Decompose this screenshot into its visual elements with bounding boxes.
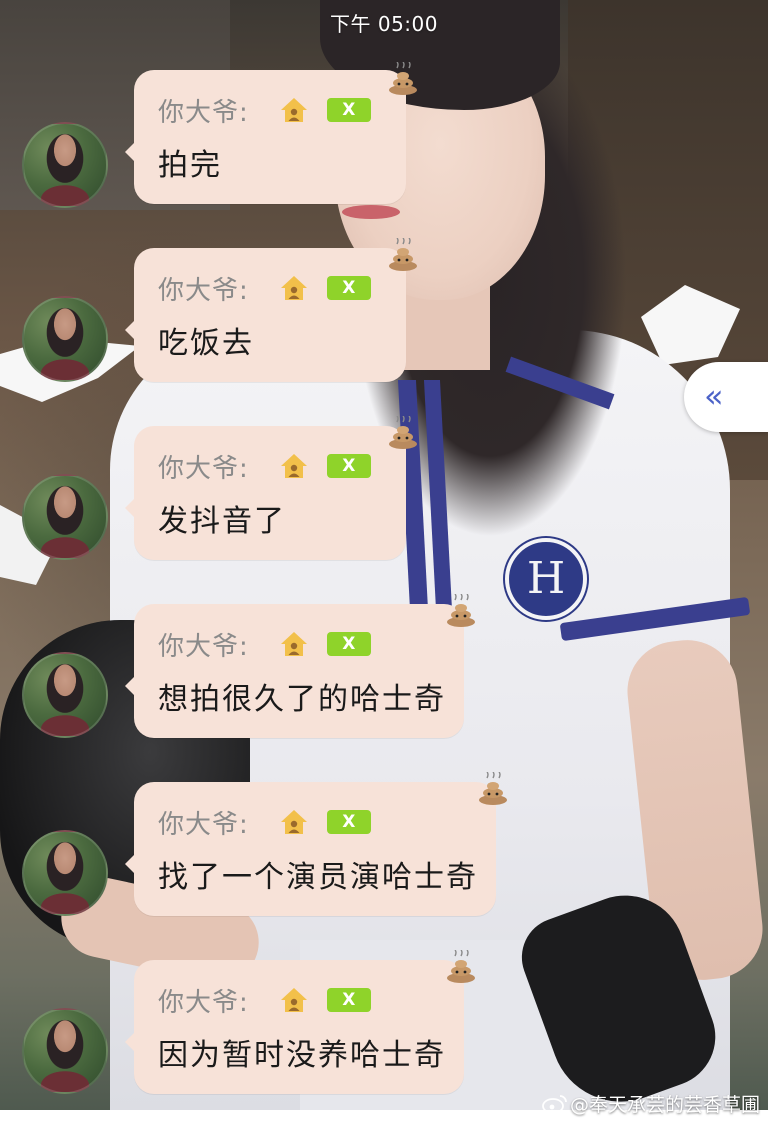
x-badge: X bbox=[326, 276, 371, 300]
sender-name: 你大爷: bbox=[158, 97, 249, 128]
message-text: 拍完 bbox=[158, 148, 222, 183]
poop-icon bbox=[389, 62, 417, 95]
message-bubble[interactable]: 你大爷: X 发抖音了 bbox=[125, 426, 406, 560]
message-text: 找了一个演员演哈士奇 bbox=[158, 860, 478, 895]
sender-avatar[interactable] bbox=[22, 830, 108, 916]
watermark: @奉天承芸的芸香草圃 bbox=[542, 1090, 760, 1117]
sender-name: 你大爷: bbox=[158, 809, 249, 840]
message-row[interactable]: 你大爷: X 发抖音了 bbox=[0, 416, 768, 566]
poop-icon bbox=[479, 772, 507, 805]
collapse-handle-button[interactable]: « bbox=[684, 362, 768, 432]
message-bubble[interactable]: 你大爷: X 想拍很久了的哈士奇 bbox=[125, 604, 464, 738]
message-row[interactable]: 你大爷: X 因为暂时没养哈士奇 bbox=[0, 950, 768, 1100]
message-row[interactable]: 你大爷: X 吃饭去 bbox=[0, 238, 768, 388]
home-icon bbox=[280, 810, 307, 834]
message-bubble[interactable]: 你大爷: X 找了一个演员演哈士奇 bbox=[125, 782, 496, 916]
sender-avatar[interactable] bbox=[22, 652, 108, 738]
sender-avatar[interactable] bbox=[22, 296, 108, 382]
poop-icon bbox=[389, 238, 417, 271]
home-icon bbox=[280, 98, 307, 122]
message-bubble[interactable]: 你大爷: X 因为暂时没养哈士奇 bbox=[125, 960, 464, 1094]
poop-icon bbox=[389, 416, 417, 449]
double-chevron-left-icon: « bbox=[704, 377, 724, 415]
sender-avatar[interactable] bbox=[22, 122, 108, 208]
x-badge: X bbox=[326, 98, 371, 122]
home-icon bbox=[280, 988, 307, 1012]
sender-name: 你大爷: bbox=[158, 631, 249, 662]
message-text: 吃饭去 bbox=[158, 326, 254, 361]
home-icon bbox=[280, 276, 307, 300]
sender-name: 你大爷: bbox=[158, 987, 249, 1018]
message-row[interactable]: 你大爷: X 找了一个演员演哈士奇 bbox=[0, 772, 768, 922]
sender-avatar[interactable] bbox=[22, 1008, 108, 1094]
x-badge: X bbox=[326, 454, 371, 478]
x-badge: X bbox=[326, 632, 371, 656]
poop-icon bbox=[447, 594, 475, 627]
message-text: 想拍很久了的哈士奇 bbox=[158, 682, 446, 717]
sender-name: 你大爷: bbox=[158, 275, 249, 306]
x-badge: X bbox=[326, 988, 371, 1012]
home-icon bbox=[280, 632, 307, 656]
status-bar-time: 下午 05:00 bbox=[330, 12, 438, 36]
sender-name: 你大爷: bbox=[158, 453, 249, 484]
message-row[interactable]: 你大爷: X 想拍很久了的哈士奇 bbox=[0, 594, 768, 744]
home-icon bbox=[280, 454, 307, 478]
x-badge: X bbox=[326, 810, 371, 834]
poop-icon bbox=[447, 950, 475, 983]
weibo-icon bbox=[542, 1094, 567, 1114]
message-text: 发抖音了 bbox=[158, 504, 286, 539]
message-bubble[interactable]: 你大爷: X 拍完 bbox=[125, 70, 406, 204]
message-bubble[interactable]: 你大爷: X 吃饭去 bbox=[125, 248, 406, 382]
watermark-text: @奉天承芸的芸香草圃 bbox=[569, 1094, 760, 1116]
message-text: 因为暂时没养哈士奇 bbox=[158, 1038, 446, 1073]
message-row[interactable]: 你大爷: X 拍完 bbox=[0, 62, 768, 210]
sender-avatar[interactable] bbox=[22, 474, 108, 560]
